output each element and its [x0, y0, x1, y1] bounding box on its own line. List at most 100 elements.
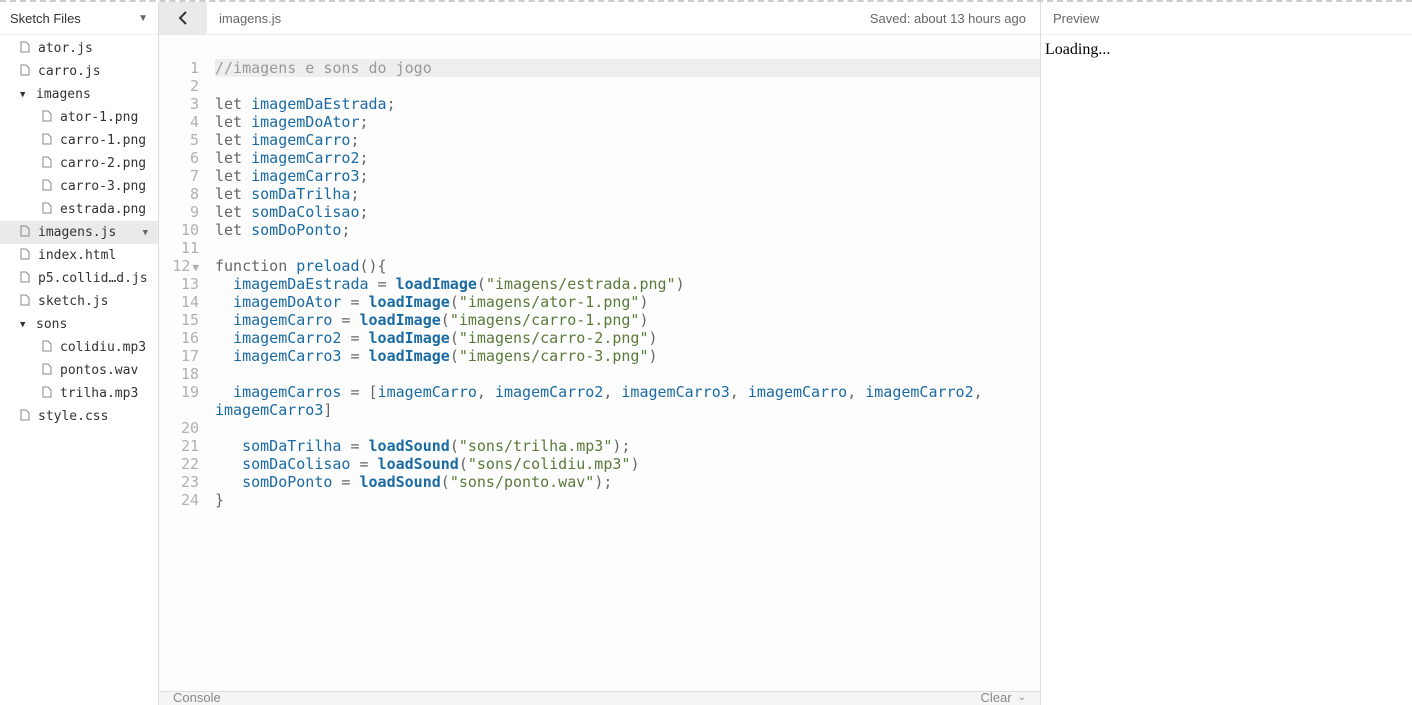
code-line[interactable]: let somDaColisao; [215, 203, 1040, 221]
file-label: style.css [38, 409, 108, 424]
file-item-pontos-wav[interactable]: pontos.wav [0, 359, 158, 382]
line-number: 5 [159, 131, 199, 149]
code-line[interactable]: imagemCarro2 = loadImage("imagens/carro-… [215, 329, 1040, 347]
code-line[interactable]: imagemCarro3] [215, 401, 1040, 419]
file-label: carro.js [38, 64, 101, 79]
code-line[interactable]: let imagemCarro; [215, 131, 1040, 149]
code-line[interactable]: let imagemDaEstrada; [215, 95, 1040, 113]
file-item-carro-3-png[interactable]: carro-3.png [0, 175, 158, 198]
line-number: 14 [159, 293, 199, 311]
item-menu-icon[interactable]: ▼ [143, 228, 148, 238]
code-line[interactable]: function preload(){ [215, 257, 1040, 275]
code-line[interactable]: somDaTrilha = loadSound("sons/trilha.mp3… [215, 437, 1040, 455]
file-item-imagens-js[interactable]: imagens.js ▼ [0, 221, 158, 244]
line-number: 22 [159, 455, 199, 473]
code-line[interactable]: imagemCarro3 = loadImage("imagens/carro-… [215, 347, 1040, 365]
code-line[interactable]: imagemDaEstrada = loadImage("imagens/est… [215, 275, 1040, 293]
line-number: 16 [159, 329, 199, 347]
console-clear-button[interactable]: Clear ⌄ [981, 690, 1026, 705]
file-icon [42, 133, 54, 148]
console-clear-label: Clear [981, 690, 1012, 705]
line-number: 13 [159, 275, 199, 293]
file-item-sketch-js[interactable]: sketch.js [0, 290, 158, 313]
line-number: 10 [159, 221, 199, 239]
file-icon [20, 225, 32, 240]
file-label: ator-1.png [60, 110, 138, 125]
code-line[interactable] [215, 77, 1040, 95]
code-editor[interactable]: 123456789101112▼13141516171819 202122232… [159, 35, 1040, 691]
file-item-carro-js[interactable]: carro.js [0, 60, 158, 83]
file-label: carro-3.png [60, 179, 146, 194]
file-icon [20, 294, 32, 309]
file-item-p5-collid-d-js[interactable]: p5.collid…d.js [0, 267, 158, 290]
code-line[interactable]: imagemCarro = loadImage("imagens/carro-1… [215, 311, 1040, 329]
line-number: 19 [159, 383, 199, 401]
file-label: ator.js [38, 41, 93, 56]
line-number: 21 [159, 437, 199, 455]
code-line[interactable]: let somDoPonto; [215, 221, 1040, 239]
sidebar-title: Sketch Files [10, 11, 81, 26]
code-line[interactable]: let somDaTrilha; [215, 185, 1040, 203]
file-icon [42, 363, 54, 378]
saved-status: Saved: about 13 hours ago [870, 11, 1026, 26]
collapse-sidebar-button[interactable] [159, 2, 207, 35]
file-icon [20, 409, 32, 424]
filename-display: imagens.js [219, 11, 281, 26]
code-line[interactable]: somDaColisao = loadSound("sons/colidiu.m… [215, 455, 1040, 473]
folder-item-imagens[interactable]: ▼ imagens [0, 83, 158, 106]
file-label: index.html [38, 248, 116, 263]
code-line[interactable] [215, 365, 1040, 383]
file-item-estrada-png[interactable]: estrada.png [0, 198, 158, 221]
file-icon [42, 340, 54, 355]
app-container: Sketch Files ▼ ator.js carro.js ▼ imagens at… [0, 2, 1412, 705]
code-line[interactable]: } [215, 491, 1040, 509]
editor-header: imagens.js Saved: about 13 hours ago [159, 2, 1040, 35]
line-number: 12▼ [159, 257, 199, 275]
chevron-down-icon[interactable]: ▼ [138, 13, 148, 24]
file-label: p5.collid…d.js [38, 271, 148, 286]
file-item-style-css[interactable]: style.css [0, 405, 158, 428]
preview-title: Preview [1053, 11, 1099, 26]
file-icon [20, 271, 32, 286]
file-label: carro-2.png [60, 156, 146, 171]
code-content[interactable]: //imagens e sons do jogo let imagemDaEst… [207, 59, 1040, 691]
line-number: 7 [159, 167, 199, 185]
code-line[interactable] [215, 239, 1040, 257]
file-label: pontos.wav [60, 363, 138, 378]
file-item-index-html[interactable]: index.html [0, 244, 158, 267]
folder-item-sons[interactable]: ▼sons [0, 313, 158, 336]
file-item-trilha-mp3[interactable]: trilha.mp3 [0, 382, 158, 405]
file-item-carro-2-png[interactable]: carro-2.png [0, 152, 158, 175]
file-icon [42, 179, 54, 194]
line-number [159, 401, 199, 419]
line-number: 2 [159, 77, 199, 95]
line-number: 9 [159, 203, 199, 221]
folder-open-icon: ▼ [20, 90, 32, 100]
line-number: 11 [159, 239, 199, 257]
code-line[interactable]: let imagemCarro2; [215, 149, 1040, 167]
file-item-ator-js[interactable]: ator.js [0, 37, 158, 60]
file-label: trilha.mp3 [60, 386, 138, 401]
code-line[interactable]: let imagemDoAtor; [215, 113, 1040, 131]
file-item-carro-1-png[interactable]: carro-1.png [0, 129, 158, 152]
sidebar: Sketch Files ▼ ator.js carro.js ▼ imagens at… [0, 2, 159, 705]
code-line[interactable]: //imagens e sons do jogo [215, 59, 1040, 77]
file-label: imagens.js [38, 225, 116, 240]
line-number: 23 [159, 473, 199, 491]
editor-area: imagens.js Saved: about 13 hours ago 123… [159, 2, 1040, 705]
code-line[interactable]: somDoPonto = loadSound("sons/ponto.wav")… [215, 473, 1040, 491]
code-line[interactable]: imagemDoAtor = loadImage("imagens/ator-1… [215, 293, 1040, 311]
code-line[interactable] [215, 419, 1040, 437]
file-icon [42, 202, 54, 217]
file-item-ator-1-png[interactable]: ator-1.png [0, 106, 158, 129]
file-label: imagens [36, 87, 91, 102]
sidebar-header[interactable]: Sketch Files ▼ [0, 2, 158, 35]
file-item-colidiu-mp3[interactable]: colidiu.mp3 [0, 336, 158, 359]
console-bar[interactable]: Console Clear ⌄ [159, 691, 1040, 705]
preview-loading-text: Loading... [1045, 41, 1110, 58]
file-label: colidiu.mp3 [60, 340, 146, 355]
code-line[interactable]: let imagemCarro3; [215, 167, 1040, 185]
file-label: estrada.png [60, 202, 146, 217]
folder-open-icon: ▼ [20, 320, 32, 330]
code-line[interactable]: imagemCarros = [imagemCarro, imagemCarro… [215, 383, 1040, 401]
